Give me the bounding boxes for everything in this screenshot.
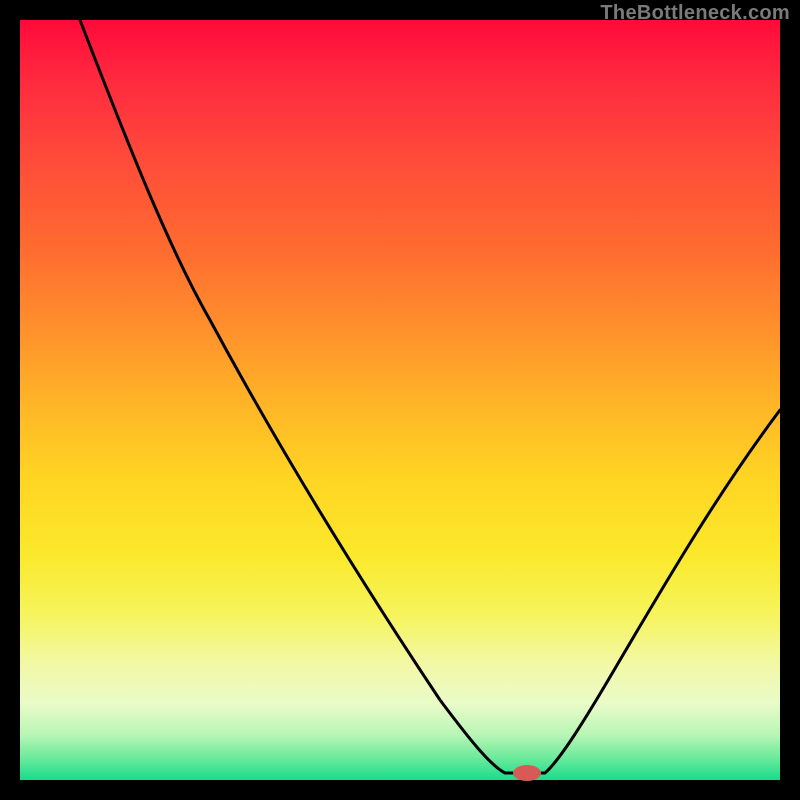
chart-frame: TheBottleneck.com xyxy=(0,0,800,800)
bottleneck-curve xyxy=(20,20,780,780)
optimum-marker xyxy=(513,765,541,781)
plot-area xyxy=(20,20,780,780)
watermark-text: TheBottleneck.com xyxy=(600,2,790,25)
curve-path xyxy=(80,20,780,773)
